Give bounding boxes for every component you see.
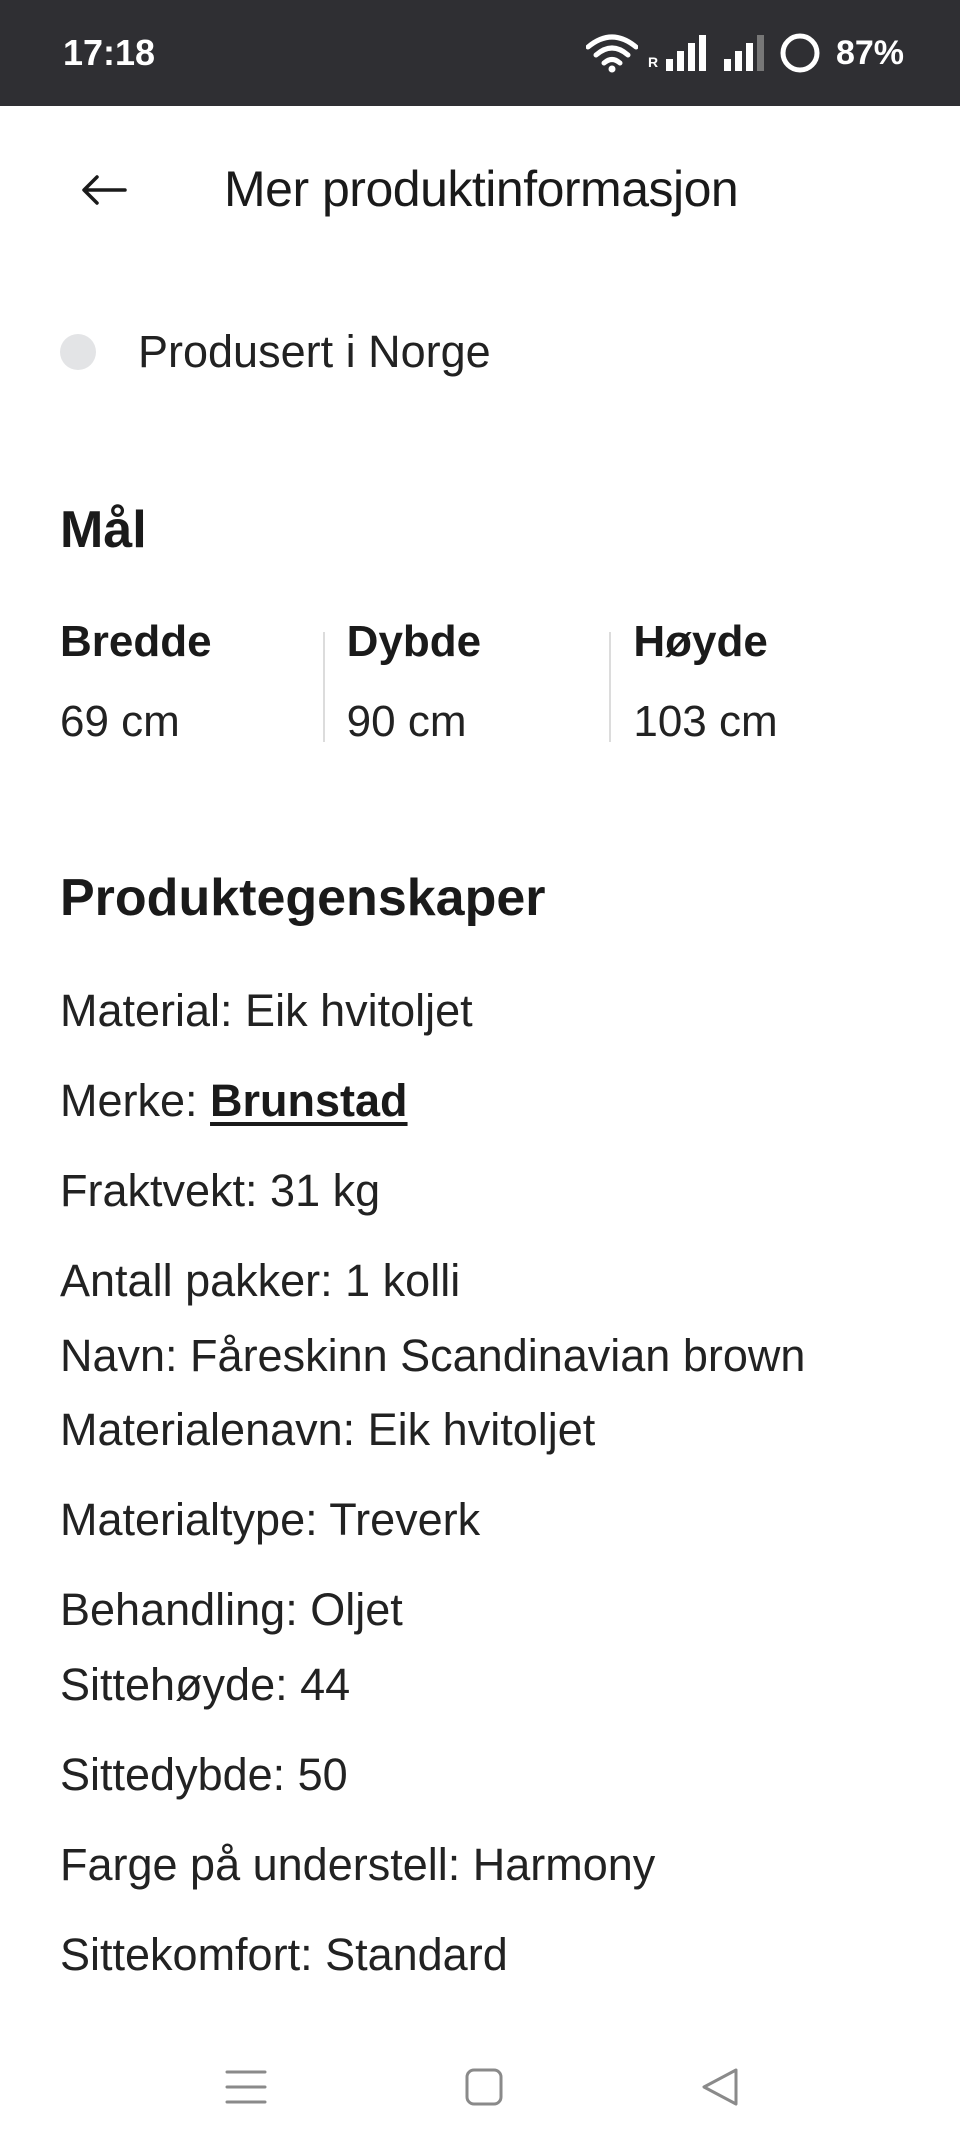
- property-material-name: Materialenavn: Eik hvitoljet: [60, 1404, 596, 1455]
- dimensions-row: Bredde 69 cm Dybde 90 cm Høyde 103 cm: [60, 612, 920, 752]
- back-triangle-icon: [702, 2068, 738, 2106]
- property-material-type: Materialtype: Treverk: [60, 1494, 481, 1545]
- origin-row: Produsert i Norge: [60, 320, 491, 384]
- property-material: Material: Eik hvitoljet: [60, 985, 473, 1036]
- home-square-icon: [465, 2068, 503, 2106]
- brand-link[interactable]: Brunstad: [210, 1075, 408, 1126]
- home-button[interactable]: [449, 2052, 519, 2122]
- back-button[interactable]: [72, 158, 136, 222]
- dimension-label: Bredde: [60, 617, 212, 666]
- dimension-height: Høyde 103 cm: [609, 612, 920, 752]
- dimension-value: 69 cm: [60, 697, 180, 746]
- property-name: Navn: Fåreskinn Scandinavian brown: [60, 1330, 806, 1381]
- page-title: Mer produktinformasjon: [224, 161, 739, 217]
- property-packages: Antall pakker: 1 kolli: [60, 1255, 461, 1306]
- property-frame-color: Farge på understell: Harmony: [60, 1839, 656, 1890]
- property-treatment: Behandling: Oljet: [60, 1584, 403, 1635]
- battery-ring-icon: [778, 31, 822, 75]
- property-brand: Merke: Brunstad: [60, 1075, 408, 1127]
- dimensions-title: Mål: [60, 501, 147, 559]
- property-seat-height: Sittehøyde: 44: [60, 1659, 351, 1710]
- roaming-signal-icon: R: [648, 33, 712, 73]
- origin-dot-icon: [60, 334, 96, 370]
- origin-text: Produsert i Norge: [138, 326, 491, 377]
- dimension-value: 90 cm: [346, 697, 467, 746]
- property-shipping-weight: Fraktvekt: 31 kg: [60, 1165, 381, 1216]
- recent-apps-button[interactable]: [211, 2052, 281, 2122]
- battery-percentage: 87%: [835, 33, 904, 72]
- property-brand-label: Merke:: [60, 1075, 211, 1126]
- status-time: 17:18: [63, 32, 156, 73]
- header: Mer produktinformasjon: [0, 106, 960, 276]
- svg-text:R: R: [648, 54, 658, 70]
- property-seat-comfort: Sittekomfort: Standard: [60, 1929, 508, 1980]
- properties-title: Produktegenskaper: [60, 869, 546, 927]
- wifi-icon: [585, 33, 638, 73]
- menu-icon: [225, 2070, 267, 2104]
- status-icons: R 87%: [585, 28, 904, 78]
- navigation-bar: [0, 2024, 960, 2144]
- dimension-value: 103 cm: [633, 697, 778, 746]
- system-back-button[interactable]: [685, 2052, 755, 2122]
- signal-icon: [722, 33, 768, 73]
- dimension-label: Dybde: [346, 617, 482, 666]
- arrow-left-icon: [82, 175, 127, 205]
- property-seat-depth: Sittedybde: 50: [60, 1749, 348, 1800]
- dimension-label: Høyde: [633, 617, 768, 666]
- dimension-depth: Dybde 90 cm: [322, 612, 634, 752]
- dimension-width: Bredde 69 cm: [60, 612, 347, 752]
- status-bar: 17:18 R 87%: [0, 0, 960, 106]
